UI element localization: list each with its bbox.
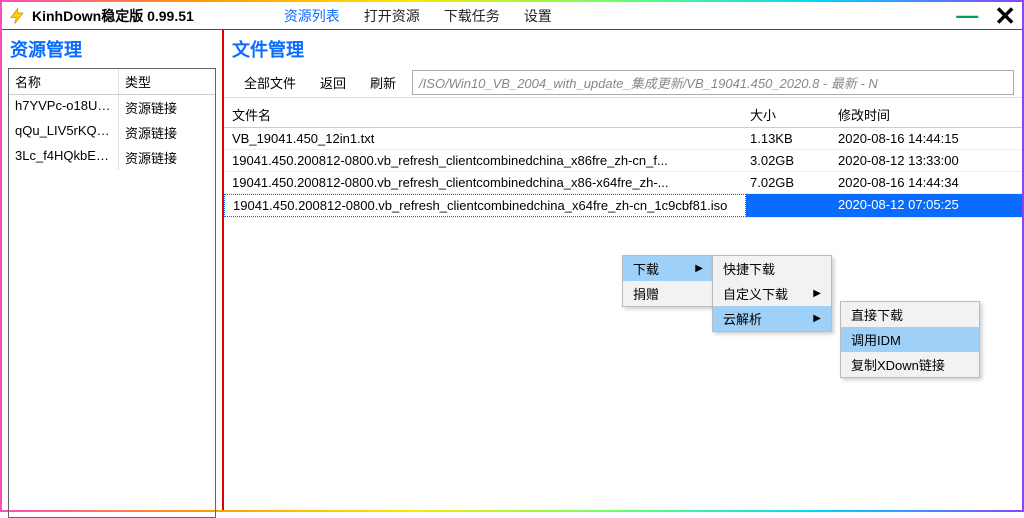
context-menu-3: 直接下载调用IDM 复制XDown链接 [840,301,980,378]
col-size-header[interactable]: 大小 [746,102,834,127]
file-name: 19041.450.200812-0800.vb_refresh_clientc… [224,172,746,193]
resource-row[interactable]: 3Lc_f4HQkbE_n...资源链接 [9,145,215,170]
file-size: 7.02GB [746,172,834,193]
menu-label: 云解析 [723,309,762,328]
menu-label: 下载 [633,259,659,278]
context-menu-2: 快捷下载自定义下载 ▶ 云解析 ▶ [712,255,832,332]
file-mtime: 2020-08-16 14:44:34 [834,172,1022,193]
menu-label: 复制XDown链接 [851,355,945,374]
path-input[interactable]: /ISO/Win10_VB_2004_with_update_集成更新/VB_1… [412,70,1014,95]
file-mtime: 2020-08-12 13:33:00 [834,150,1022,171]
file-mtime: 2020-08-12 07:05:25 [834,194,1022,217]
col-name-header[interactable]: 名称 [9,69,119,94]
file-size: 1.13KB [746,128,834,149]
app-window: KinhDown稳定版 0.99.51 资源列表 打开资源 下载任务 设置 — … [0,0,1024,512]
tab-resource-list[interactable]: 资源列表 [284,6,340,26]
menu-item[interactable]: 捐赠 [623,281,713,306]
file-table-header: 文件名 大小 修改时间 [224,98,1022,128]
resource-row[interactable]: h7YVPc-o18U0...资源链接 [9,95,215,120]
menu-label: 快捷下载 [723,259,775,278]
left-pane: 资源管理 名称 类型 h7YVPc-o18U0...资源链接qQu_LIV5rK… [2,30,224,510]
file-name: 19041.450.200812-0800.vb_refresh_clientc… [224,194,746,217]
refresh-button[interactable]: 刷新 [358,71,408,94]
toolbar: 全部文件 返回 刷新 /ISO/Win10_VB_2004_with_updat… [224,68,1022,98]
resource-row[interactable]: qQu_LIV5rKQF...资源链接 [9,120,215,145]
resource-type: 资源链接 [119,145,215,170]
menu-item[interactable]: 自定义下载 ▶ [713,281,831,306]
menu-item[interactable]: 下载 ▶ [623,256,713,281]
menu-label: 直接下载 [851,305,903,324]
file-name: VB_19041.450_12in1.txt [224,128,746,149]
resource-table: 名称 类型 h7YVPc-o18U0...资源链接qQu_LIV5rKQF...… [8,68,216,518]
menu-item[interactable]: 直接下载 [841,302,979,327]
file-manager-title: 文件管理 [224,30,1022,68]
file-row[interactable]: 19041.450.200812-0800.vb_refresh_clientc… [224,150,1022,172]
app-title: KinhDown稳定版 0.99.51 [32,6,194,26]
col-filename-header[interactable]: 文件名 [224,102,746,127]
tab-open-resource[interactable]: 打开资源 [364,6,420,26]
resource-name: h7YVPc-o18U0... [9,95,119,120]
file-size [746,194,834,217]
close-button[interactable]: ✕ [994,3,1016,29]
file-row[interactable]: VB_19041.450_12in1.txt1.13KB2020-08-16 1… [224,128,1022,150]
file-size: 3.02GB [746,150,834,171]
resource-table-header: 名称 类型 [9,69,215,95]
menu-label: 自定义下载 [723,284,788,303]
right-pane: 文件管理 全部文件 返回 刷新 /ISO/Win10_VB_2004_with_… [224,30,1022,510]
resource-name: 3Lc_f4HQkbE_n... [9,145,119,170]
file-name: 19041.450.200812-0800.vb_refresh_clientc… [224,150,746,171]
chevron-right-icon: ▶ [813,288,821,299]
menu-label: 捐赠 [633,284,659,303]
col-type-header[interactable]: 类型 [119,69,215,94]
col-mtime-header[interactable]: 修改时间 [834,102,1022,127]
window-controls: — ✕ [956,3,1016,29]
chevron-right-icon: ▶ [813,313,821,324]
context-menu-1: 下载 ▶ 捐赠 [622,255,714,307]
menu-item[interactable]: 复制XDown链接 [841,352,979,377]
file-row[interactable]: 19041.450.200812-0800.vb_refresh_clientc… [224,172,1022,194]
menu-item[interactable]: 快捷下载 [713,256,831,281]
menu-label: 调用IDM [851,330,901,349]
back-button[interactable]: 返回 [308,71,358,94]
all-files-button[interactable]: 全部文件 [232,71,308,94]
tab-download-tasks[interactable]: 下载任务 [444,6,500,26]
file-mtime: 2020-08-16 14:44:15 [834,128,1022,149]
resource-type: 资源链接 [119,120,215,145]
nav-tabs: 资源列表 打开资源 下载任务 设置 [284,6,552,26]
tab-settings[interactable]: 设置 [524,6,552,26]
menu-item[interactable]: 云解析 ▶ [713,306,831,331]
file-row[interactable]: 19041.450.200812-0800.vb_refresh_clientc… [224,194,1022,218]
titlebar: KinhDown稳定版 0.99.51 资源列表 打开资源 下载任务 设置 — … [2,2,1022,30]
menu-item[interactable]: 调用IDM [841,327,979,352]
minimize-button[interactable]: — [956,5,978,27]
resource-type: 资源链接 [119,95,215,120]
app-icon [8,7,26,25]
body: 资源管理 名称 类型 h7YVPc-o18U0...资源链接qQu_LIV5rK… [2,30,1022,510]
resource-manager-title: 资源管理 [2,30,222,62]
resource-name: qQu_LIV5rKQF... [9,120,119,145]
chevron-right-icon: ▶ [695,263,703,274]
